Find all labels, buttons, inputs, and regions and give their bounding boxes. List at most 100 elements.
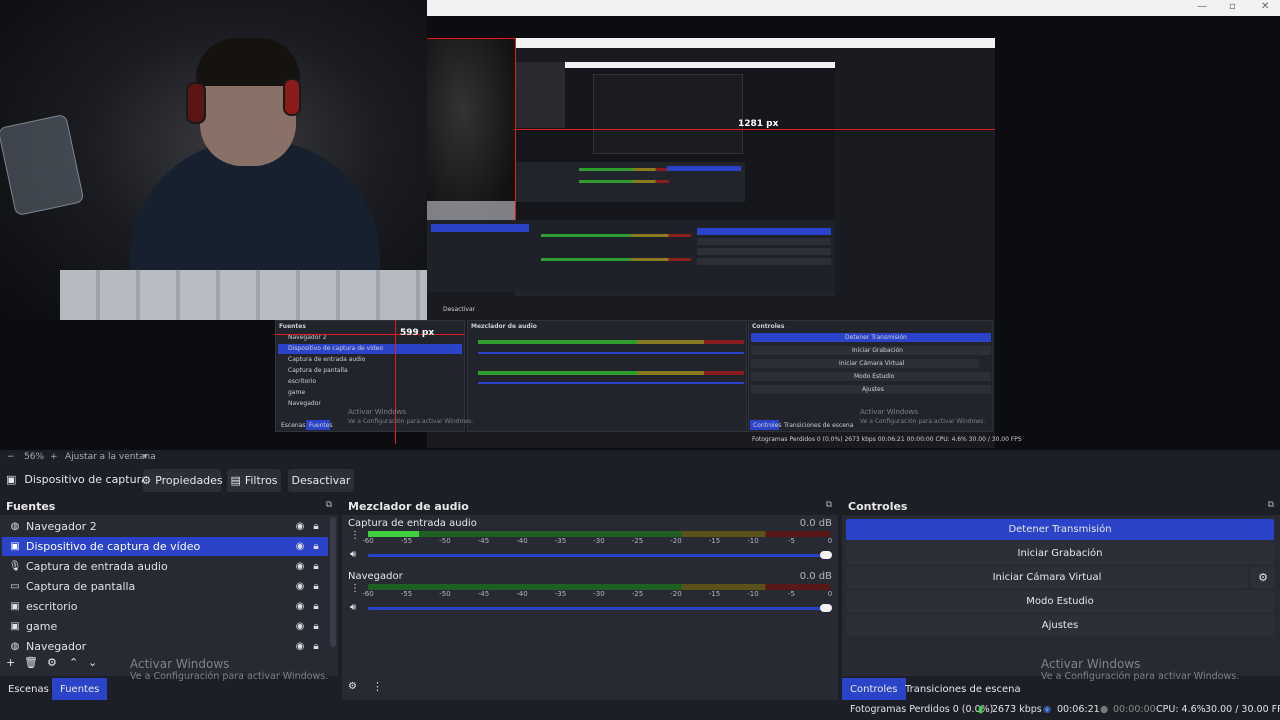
eye-icon[interactable]: ◉ bbox=[292, 561, 308, 572]
kebab-menu-icon[interactable]: ⋮ bbox=[350, 583, 360, 594]
nested-ctrl-label: Modo Estudio bbox=[854, 373, 895, 380]
volume-slider[interactable] bbox=[368, 554, 828, 557]
mixer-settings-icon[interactable]: ⚙ bbox=[348, 681, 357, 692]
lock-icon[interactable]: 🔒︎ bbox=[308, 581, 324, 592]
nested-sources-title: Fuentes bbox=[279, 323, 306, 330]
speaker-icon[interactable]: 🔊︎ bbox=[350, 602, 356, 613]
properties-label: Propiedades bbox=[155, 474, 223, 487]
volume-slider-handle[interactable] bbox=[820, 604, 832, 612]
zoom-in-button[interactable]: + bbox=[50, 452, 58, 462]
cpu-usage: CPU: 4.6% bbox=[1156, 704, 1206, 715]
lock-icon[interactable]: 🔒︎ bbox=[308, 621, 324, 632]
add-source-icon[interactable]: + bbox=[6, 656, 15, 669]
measure-height-label: 599 px bbox=[400, 328, 435, 338]
lock-icon[interactable]: 🔒︎ bbox=[308, 601, 324, 612]
undock-icon[interactable]: ⧉ bbox=[826, 500, 832, 510]
eye-icon[interactable]: ◉ bbox=[292, 621, 308, 632]
tab-controles[interactable]: Controles bbox=[842, 678, 906, 700]
globe-icon: ◍ bbox=[10, 641, 20, 652]
source-toolbar: ▣ Dispositivo de captura de v ⚙ Propiedade… bbox=[0, 466, 1280, 495]
eye-icon[interactable]: ◉ bbox=[292, 521, 308, 532]
source-item-video-capture[interactable]: ▣ Dispositivo de captura de vídeo ◉ 🔒︎ bbox=[2, 537, 328, 556]
nested-ctrl-label: Detener Transmisión bbox=[845, 334, 907, 341]
eye-icon[interactable]: ◉ bbox=[292, 641, 308, 652]
tab-label: Controles bbox=[850, 683, 898, 695]
sources-toolbar: + 🗑︎ ⚙ ⌃ ⌄ bbox=[0, 655, 338, 673]
source-item-audio-input[interactable]: 🎙︎ Captura de entrada audio ◉ 🔒︎ bbox=[2, 557, 328, 576]
move-up-icon[interactable]: ⌃ bbox=[69, 656, 78, 669]
button-label: Iniciar Cámara Virtual bbox=[992, 572, 1102, 583]
source-item-screen-capture[interactable]: ▭ Captura de pantalla ◉ 🔒︎ bbox=[2, 577, 328, 596]
nested-ctrl-label: Iniciar Grabación bbox=[852, 347, 903, 354]
tab-fuentes[interactable]: Fuentes bbox=[52, 678, 108, 700]
eye-icon[interactable]: ◉ bbox=[292, 581, 308, 592]
start-recording-button[interactable]: Iniciar Grabación bbox=[846, 543, 1274, 564]
meter-tick-label: -35 bbox=[554, 537, 567, 545]
properties-button[interactable]: ⚙ Propiedades bbox=[141, 469, 223, 492]
filters-button[interactable]: ▤ Filtros bbox=[227, 469, 281, 492]
volume-slider-handle[interactable] bbox=[820, 551, 832, 559]
minimize-icon: — bbox=[1197, 1, 1207, 12]
stop-streaming-button[interactable]: Detener Transmisión bbox=[846, 519, 1274, 540]
source-item-navegador[interactable]: ◍ Navegador ◉ 🔒︎ bbox=[2, 637, 328, 656]
zoom-bar: − 56% + Ajustar a la ventana ▾ bbox=[0, 450, 1280, 465]
nested-mixer-title: Mezclador de audio bbox=[471, 323, 537, 330]
controls-title: Controles bbox=[848, 500, 908, 513]
record-time: 00:00:00 bbox=[1113, 704, 1156, 715]
gear-icon[interactable]: ⚙ bbox=[47, 656, 57, 669]
undock-icon[interactable]: ⧉ bbox=[326, 500, 332, 510]
tab-transiciones[interactable]: Transiciones de escena bbox=[897, 678, 1029, 700]
filters-label: Filtros bbox=[244, 474, 278, 487]
tab-escenas[interactable]: Escenas bbox=[0, 678, 57, 700]
source-item-navegador-2[interactable]: ◍ Navegador 2 ◉ 🔒︎ bbox=[2, 517, 328, 536]
source-label: game bbox=[26, 620, 58, 633]
studio-mode-button[interactable]: Modo Estudio bbox=[846, 591, 1274, 612]
source-item-escritorio[interactable]: ▣ escritorio ◉ 🔒︎ bbox=[2, 597, 328, 616]
stream-time: 00:06:21 bbox=[1057, 704, 1100, 715]
virtual-camera-settings-button[interactable]: ⚙ bbox=[1251, 567, 1275, 588]
mixer-title: Mezclador de audio bbox=[348, 500, 469, 513]
zoom-out-button[interactable]: − bbox=[7, 452, 15, 462]
eye-icon[interactable]: ◉ bbox=[292, 541, 308, 552]
settings-button[interactable]: Ajustes bbox=[846, 615, 1274, 636]
nested-ctrl-1b bbox=[697, 238, 831, 245]
meter-tick-label: -45 bbox=[477, 590, 490, 598]
meter-tick-label: -15 bbox=[708, 537, 721, 545]
lock-icon[interactable]: 🔒︎ bbox=[308, 641, 324, 652]
volume-slider[interactable] bbox=[368, 607, 828, 610]
keyboard bbox=[60, 270, 427, 320]
meter-tick-label: -10 bbox=[747, 537, 759, 545]
source-item-game[interactable]: ▣ game ◉ 🔒︎ bbox=[2, 617, 328, 636]
eye-icon[interactable]: ◉ bbox=[292, 601, 308, 612]
meter-tick-label: -10 bbox=[747, 590, 759, 598]
kebab-menu-icon[interactable]: ⋮ bbox=[372, 680, 383, 693]
lock-icon[interactable]: 🔒︎ bbox=[308, 521, 324, 532]
trash-icon[interactable]: 🗑︎ bbox=[24, 656, 38, 669]
deactivate-button[interactable]: Desactivar bbox=[288, 469, 354, 492]
meter-tick-label: 0 bbox=[827, 537, 833, 545]
sources-title: Fuentes bbox=[6, 500, 56, 513]
nested-meter bbox=[478, 371, 744, 375]
camera-icon: ▣ bbox=[6, 473, 17, 486]
zoom-level: 56% bbox=[24, 452, 45, 462]
move-down-icon[interactable]: ⌄ bbox=[88, 656, 97, 669]
nested-meter-3a bbox=[579, 168, 669, 171]
meter-tick-label: -40 bbox=[516, 590, 528, 598]
nested-activate-watermark: Activar Windows bbox=[860, 408, 918, 416]
undock-icon[interactable]: ⧉ bbox=[1268, 500, 1274, 510]
start-virtual-camera-button[interactable]: Iniciar Cámara Virtual bbox=[846, 567, 1248, 588]
lock-icon[interactable]: 🔒︎ bbox=[308, 561, 324, 572]
measure-width-label: 1281 px bbox=[738, 119, 779, 129]
lock-icon[interactable]: 🔒︎ bbox=[308, 541, 324, 552]
chevron-down-icon[interactable]: ▾ bbox=[143, 452, 148, 462]
sources-dock: Fuentes ⧉ ◍ Navegador 2 ◉ 🔒︎ ▣ Dispositi… bbox=[0, 497, 338, 700]
meter-tick-label: -25 bbox=[631, 590, 644, 598]
sources-scrollbar[interactable] bbox=[330, 517, 336, 647]
kebab-menu-icon[interactable]: ⋮ bbox=[350, 530, 360, 541]
nested-slider bbox=[478, 352, 744, 354]
camera-icon: ▣ bbox=[10, 541, 20, 552]
nested-meter-1a bbox=[541, 234, 691, 237]
preview-canvas[interactable]: — ▫ ✕ 1281 px Desactivar Fuentes Navegad… bbox=[0, 0, 1280, 450]
meter-tick-label: -30 bbox=[593, 590, 605, 598]
speaker-icon[interactable]: 🔊︎ bbox=[350, 549, 356, 560]
